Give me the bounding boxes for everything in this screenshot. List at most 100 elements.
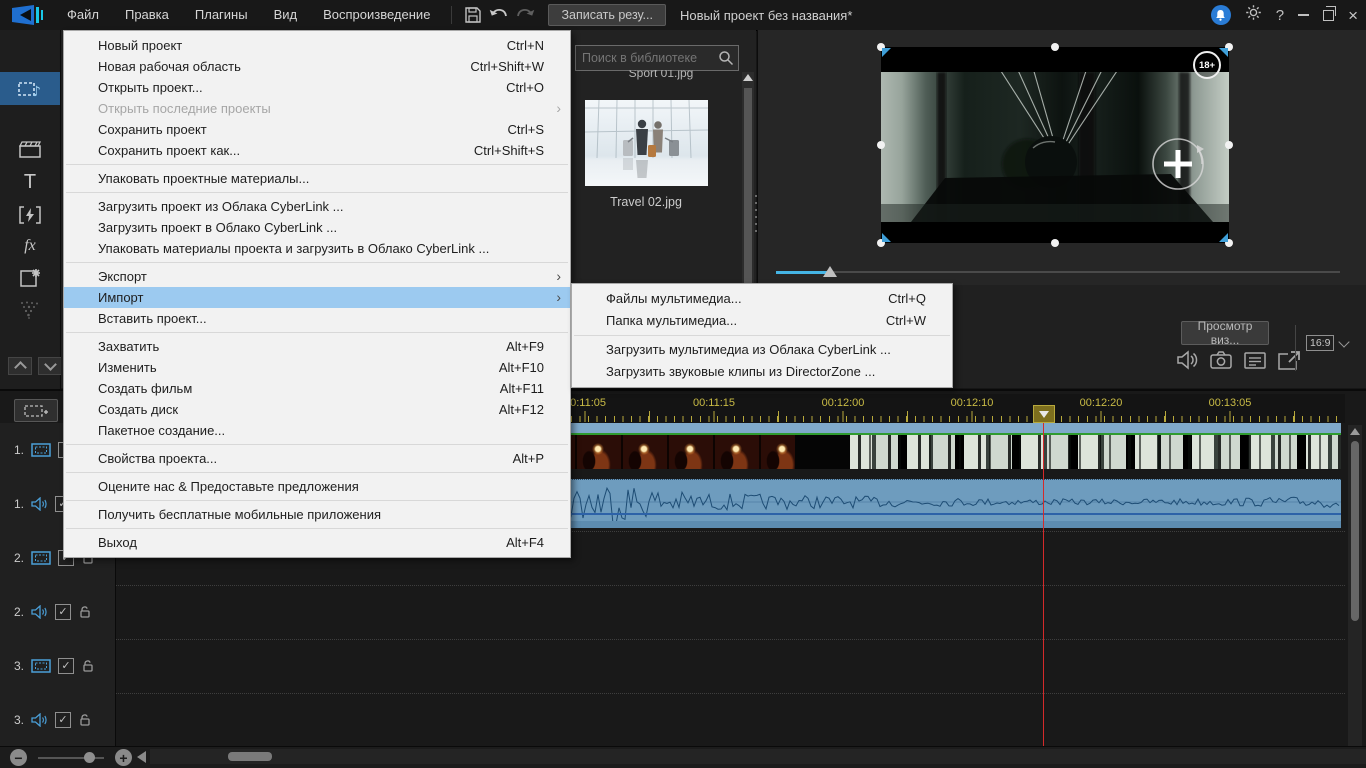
menu-item-save-project-as[interactable]: Сохранить проект как... Ctrl+Shift+S bbox=[64, 140, 570, 161]
settings-gear-icon[interactable] bbox=[1245, 4, 1262, 26]
track-enable-checkbox[interactable]: ✓ bbox=[55, 712, 72, 728]
save-icon[interactable] bbox=[460, 4, 486, 26]
toolbar-divider bbox=[451, 6, 453, 24]
resize-handle-top-center[interactable] bbox=[1051, 43, 1059, 51]
timeline-horizontal-scrollbar[interactable] bbox=[150, 749, 1366, 764]
submenu-item-media-folder[interactable]: Папка мультимедиа... Ctrl+W bbox=[572, 310, 952, 332]
menu-item-upload-to-cloud[interactable]: Загрузить проект в Облако CyberLink ... bbox=[64, 217, 570, 238]
menu-item-open-project[interactable]: Открыть проект... Ctrl+O bbox=[64, 77, 570, 98]
redo-icon[interactable] bbox=[512, 4, 538, 26]
menu-item-create-disc[interactable]: Создать диск Alt+F12 bbox=[64, 399, 570, 420]
zoom-slider-handle[interactable] bbox=[84, 752, 95, 763]
menu-item-edit[interactable]: Изменить Alt+F10 bbox=[64, 357, 570, 378]
menu-item-import[interactable]: Импорт › bbox=[64, 287, 570, 308]
track-number: 3. bbox=[14, 713, 25, 727]
menubar-item-playback[interactable]: Воспроизведение bbox=[310, 0, 443, 30]
zoom-out-button[interactable]: − bbox=[10, 749, 27, 766]
preview-video-object[interactable]: 18+ bbox=[877, 43, 1233, 247]
undo-icon[interactable] bbox=[486, 4, 512, 26]
submenu-item-media-files[interactable]: Файлы мультимедиа... Ctrl+Q bbox=[572, 288, 952, 310]
menu-item-capture[interactable]: Захватить Alt+F9 bbox=[64, 336, 570, 357]
produce-button[interactable]: Записать резу... bbox=[548, 4, 666, 26]
sidebar-item-overlay-room[interactable] bbox=[0, 261, 60, 294]
resize-handle-bottom-center[interactable] bbox=[1051, 239, 1059, 247]
track-manager-button[interactable] bbox=[14, 399, 58, 422]
track-lock-icon[interactable] bbox=[78, 713, 92, 727]
horizontal-scrollbar-thumb[interactable] bbox=[228, 752, 272, 761]
track-enable-checkbox[interactable]: ✓ bbox=[55, 604, 72, 620]
sidebar-scroll-down-button[interactable] bbox=[38, 357, 62, 375]
resize-handle-mid-left[interactable] bbox=[877, 141, 885, 149]
timeline-vertical-scrollbar[interactable] bbox=[1348, 425, 1362, 747]
menu-item-project-properties[interactable]: Свойства проекта... Alt+P bbox=[64, 448, 570, 469]
preview-seek-bar[interactable] bbox=[776, 271, 1340, 273]
video-clip-segment-3[interactable] bbox=[850, 435, 1341, 469]
library-search-box[interactable] bbox=[575, 45, 739, 71]
menu-item-produce-movie[interactable]: Создать фильм Alt+F11 bbox=[64, 378, 570, 399]
undock-preview-icon[interactable] bbox=[1278, 350, 1300, 375]
sidebar-scroll-up-button[interactable] bbox=[8, 357, 32, 375]
audio-track-icon bbox=[31, 713, 47, 727]
track-header-audio-3[interactable]: 3. ✓ bbox=[0, 693, 115, 747]
library-scroll-up-icon[interactable] bbox=[743, 74, 753, 81]
menu-item-pack-project[interactable]: Упаковать проектные материалы... bbox=[64, 168, 570, 189]
titlebar: Файл Правка Плагины Вид Воспроизведение … bbox=[0, 0, 1366, 31]
app-window: Файл Правка Плагины Вид Воспроизведение … bbox=[0, 0, 1366, 768]
menubar-item-edit[interactable]: Правка bbox=[112, 0, 182, 30]
playhead-marker[interactable] bbox=[1033, 405, 1055, 423]
library-search-input[interactable] bbox=[576, 51, 718, 65]
menu-item-rate-us[interactable]: Оцените нас & Предоставьте предложения bbox=[64, 476, 570, 497]
track-lock-icon[interactable] bbox=[78, 605, 92, 619]
sidebar-item-plugin-room[interactable] bbox=[0, 133, 60, 166]
sidebar-item-effect-room[interactable]: fx bbox=[0, 229, 60, 262]
menu-item-batch-produce[interactable]: Пакетное создание... bbox=[64, 420, 570, 441]
track-lock-icon[interactable] bbox=[81, 659, 95, 673]
minimize-icon[interactable] bbox=[1298, 14, 1310, 16]
track-header-audio-2[interactable]: 2. ✓ bbox=[0, 585, 115, 639]
video-clip-segment-2[interactable] bbox=[795, 435, 850, 469]
zoom-in-button[interactable]: + bbox=[115, 749, 132, 766]
close-icon[interactable]: × bbox=[1348, 7, 1358, 24]
submenu-item-download-media-cloud[interactable]: Загрузить мультимедиа из Облака CyberLin… bbox=[572, 339, 952, 361]
sidebar-item-title-room[interactable]: T bbox=[0, 166, 60, 199]
menubar-item-file[interactable]: Файл bbox=[54, 0, 112, 30]
menu-item-pack-upload-cloud[interactable]: Упаковать материалы проекта и загрузить … bbox=[64, 238, 570, 259]
sidebar-item-media-room[interactable]: ♪ bbox=[0, 72, 60, 105]
menu-item-save-project[interactable]: Сохранить проект Ctrl+S bbox=[64, 119, 570, 140]
preview-seek-handle[interactable] bbox=[823, 266, 837, 277]
menu-item-export[interactable]: Экспорт › bbox=[64, 266, 570, 287]
search-icon[interactable] bbox=[718, 50, 734, 66]
menu-item-new-project[interactable]: Новый проект Ctrl+N bbox=[64, 35, 570, 56]
submenu-item-download-audio-directorzone[interactable]: Загрузить звуковые клипы из DirectorZone… bbox=[572, 361, 952, 383]
track-enable-checkbox[interactable]: ✓ bbox=[58, 658, 75, 674]
fx-icon: fx bbox=[24, 236, 36, 254]
resize-handle-mid-right[interactable] bbox=[1225, 141, 1233, 149]
menu-item-exit[interactable]: Выход Alt+F4 bbox=[64, 532, 570, 553]
menu-item-new-workspace[interactable]: Новая рабочая область Ctrl+Shift+W bbox=[64, 56, 570, 77]
track-header-video-3[interactable]: 3. ✓ bbox=[0, 639, 115, 693]
menu-item-open-recent[interactable]: Открыть последние проекты › bbox=[64, 98, 570, 119]
library-item-thumbnail[interactable] bbox=[584, 99, 709, 186]
timeline-scrollbar-thumb[interactable] bbox=[1351, 441, 1359, 621]
library-item-clipped[interactable]: Sport 01.jpg bbox=[601, 70, 721, 81]
travel-photo bbox=[584, 99, 709, 186]
menu-item-get-mobile-apps[interactable]: Получить бесплатные мобильные приложения bbox=[64, 504, 570, 525]
media-info-icon[interactable] bbox=[1244, 351, 1266, 374]
scroll-left-icon[interactable] bbox=[137, 751, 146, 763]
timeline-scroll-up-icon[interactable] bbox=[1350, 428, 1360, 435]
menu-item-download-from-cloud[interactable]: Загрузить проект из Облака CyberLink ... bbox=[64, 196, 570, 217]
menu-item-insert-project[interactable]: Вставить проект... bbox=[64, 308, 570, 329]
menubar-item-plugins[interactable]: Плагины bbox=[182, 0, 261, 30]
restore-icon[interactable] bbox=[1323, 5, 1337, 21]
notifications-icon[interactable] bbox=[1210, 5, 1231, 25]
rotate-handle-overlay[interactable] bbox=[1143, 129, 1213, 199]
volume-icon[interactable] bbox=[1176, 350, 1198, 375]
render-preview-button[interactable]: Просмотр виз... bbox=[1181, 319, 1269, 347]
help-icon[interactable]: ? bbox=[1276, 7, 1284, 24]
ruler-timestamp: 00:12:20 bbox=[1079, 397, 1123, 409]
aspect-ratio-selector[interactable]: 16:9 bbox=[1306, 335, 1351, 351]
sidebar-item-particle-room[interactable] bbox=[0, 293, 60, 326]
sidebar-item-transition-room[interactable] bbox=[0, 198, 60, 231]
menubar-item-view[interactable]: Вид bbox=[261, 0, 311, 30]
snapshot-camera-icon[interactable] bbox=[1210, 351, 1232, 374]
